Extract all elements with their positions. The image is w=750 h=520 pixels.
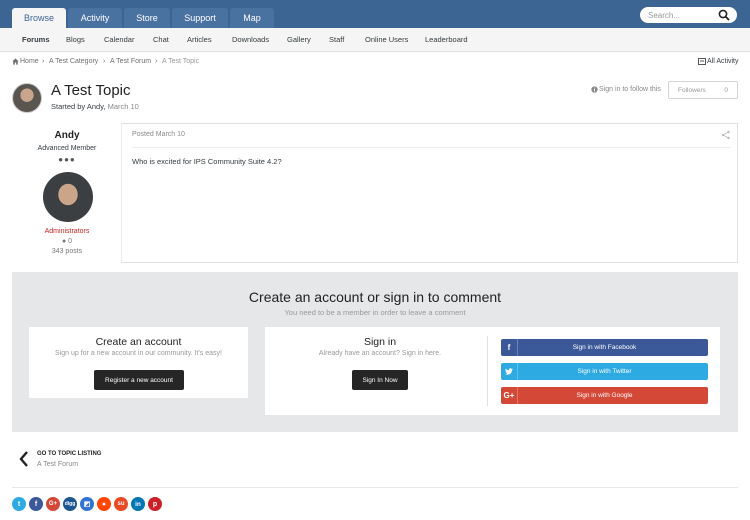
subnav-downloads[interactable]: Downloads [232, 35, 269, 44]
search-input[interactable]: Search... [640, 7, 737, 23]
twitter-signin-label: Sign in with Twitter [577, 368, 632, 375]
stumbleupon-share-icon[interactable]: su [114, 497, 128, 511]
chevron-left-icon[interactable] [18, 451, 30, 467]
share-icon[interactable] [721, 130, 731, 140]
signin-subtitle: Already have an account? Sign in here. [318, 350, 442, 357]
facebook-share-icon[interactable]: f [29, 497, 43, 511]
tab-browse[interactable]: Browse [12, 8, 66, 28]
author-avatar-large[interactable] [43, 172, 93, 222]
digg-share-icon[interactable]: digg [63, 497, 77, 511]
followers-count: 0 [724, 87, 728, 94]
tab-map[interactable]: Map [230, 8, 274, 28]
twitter-signin-button[interactable]: Sign in with Twitter [501, 363, 708, 380]
breadcrumb-home[interactable]: Home [20, 58, 39, 65]
tab-activity[interactable]: Activity [68, 8, 122, 28]
google-plus-icon: G+ [501, 387, 518, 404]
facebook-icon: f [501, 339, 518, 356]
reputation-icon: ● [61, 238, 67, 245]
facebook-signin-button[interactable]: f Sign in with Facebook [501, 339, 708, 356]
google-signin-label: Sign in with Google [576, 392, 633, 399]
twitter-share-icon[interactable]: t [12, 497, 26, 511]
started-by-author[interactable]: Andy, [87, 102, 106, 111]
subnav-articles[interactable]: Articles [187, 35, 212, 44]
follow-prompt[interactable]: Sign in to follow this [599, 86, 661, 93]
google-plus-share-icon[interactable]: G+ [46, 497, 60, 511]
author-avatar-small[interactable] [12, 83, 42, 113]
breadcrumb-forum[interactable]: A Test Forum [110, 58, 151, 65]
delicious-share-icon[interactable]: ◩ [80, 497, 94, 511]
subnav-calendar[interactable]: Calendar [104, 35, 134, 44]
create-account-title: Create an account [95, 336, 182, 348]
chevron-right-icon: › [155, 58, 158, 65]
post-author-rank: Advanced Member [37, 145, 97, 152]
linkedin-share-icon[interactable]: in [131, 497, 145, 511]
started-date: March 10 [107, 102, 139, 111]
subnav-blogs[interactable]: Blogs [66, 35, 85, 44]
subnav-forums[interactable]: Forums [22, 35, 50, 44]
register-button[interactable]: Register a new account [94, 370, 184, 390]
tab-support[interactable]: Support [172, 8, 228, 28]
all-activity-link[interactable]: All Activity [707, 58, 739, 65]
post-divider [132, 147, 730, 148]
post-author-group: Administrators [44, 228, 90, 235]
sub-navigation-bar: Forums Blogs Calendar Chat Articles Down… [0, 28, 750, 52]
search-placeholder: Search... [648, 10, 681, 20]
breadcrumb-category[interactable]: A Test Category [49, 58, 98, 65]
search-icon[interactable] [718, 9, 730, 21]
facebook-signin-label: Sign in with Facebook [572, 344, 637, 351]
post-author-reputation: ● 0 [12, 238, 122, 245]
breadcrumb-current: A Test Topic [162, 58, 200, 65]
pinterest-share-icon[interactable]: p [148, 497, 162, 511]
post-body: Who is excited for IPS Community Suite 4… [132, 157, 282, 166]
info-icon [591, 86, 598, 93]
post-date: Posted March 10 [132, 131, 185, 138]
reddit-share-icon[interactable]: ● [97, 497, 111, 511]
subnav-staff[interactable]: Staff [329, 35, 344, 44]
post-author-post-count: 343 posts [51, 248, 83, 255]
chevron-right-icon: › [42, 58, 45, 65]
chevron-right-icon: › [103, 58, 106, 65]
post-author-name[interactable]: Andy [12, 130, 122, 141]
signin-divider [487, 336, 488, 406]
signin-title: Sign in [363, 336, 397, 348]
footer-divider [12, 487, 738, 488]
home-icon [12, 58, 19, 65]
topic-title: A Test Topic [51, 82, 131, 99]
reputation-value: 0 [68, 238, 73, 245]
subnav-online-users[interactable]: Online Users [365, 35, 408, 44]
subnav-gallery[interactable]: Gallery [287, 35, 311, 44]
top-navigation-bar: Browse Activity Store Support Map Search… [0, 0, 750, 28]
signin-now-button[interactable]: Sign In Now [352, 370, 408, 390]
subnav-leaderboard[interactable]: Leaderboard [425, 35, 468, 44]
followers-label: Followers [678, 86, 706, 94]
create-account-subtitle: Sign up for a new account in our communi… [55, 350, 222, 357]
twitter-icon [501, 363, 518, 380]
activity-icon [698, 58, 706, 65]
subnav-chat[interactable]: Chat [153, 35, 169, 44]
comment-panel-title: Create an account or sign in to comment [248, 289, 502, 305]
topic-started-by: Started by Andy, March 10 [51, 102, 139, 111]
followers-button[interactable]: Followers 0 [668, 81, 738, 99]
topic-listing-forum-name[interactable]: A Test Forum [37, 461, 78, 468]
go-to-topic-listing-link[interactable]: GO TO TOPIC LISTING [37, 451, 101, 457]
google-signin-button[interactable]: G+ Sign in with Google [501, 387, 708, 404]
started-by-label: Started by [51, 102, 86, 111]
rank-pips-icon: ●●● [58, 155, 76, 164]
tab-store[interactable]: Store [124, 8, 170, 28]
comment-panel-subtitle: You need to be a member in order to leav… [284, 308, 466, 317]
